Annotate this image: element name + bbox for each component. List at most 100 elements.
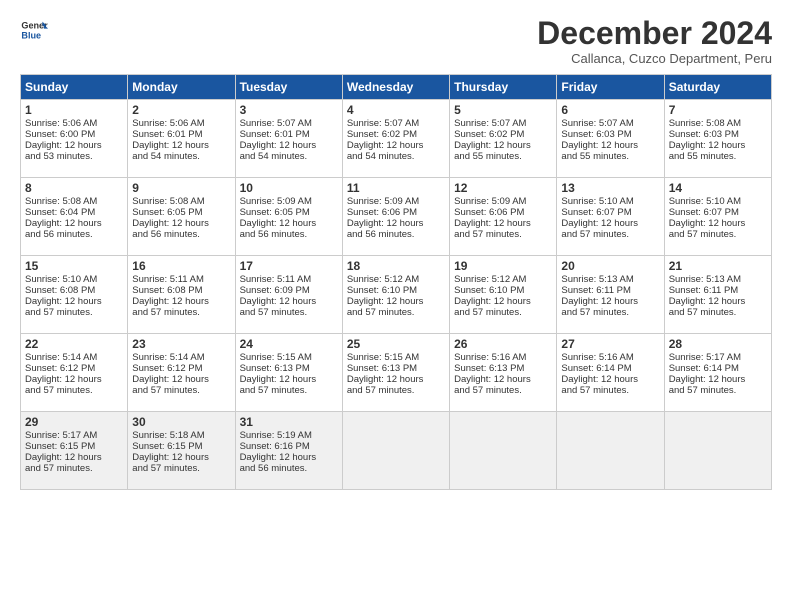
cell-info: and 57 minutes.	[454, 385, 552, 396]
cell-info: and 57 minutes.	[561, 229, 659, 240]
cell-info: Sunset: 6:13 PM	[347, 363, 445, 374]
day-number: 20	[561, 259, 659, 273]
day-number: 9	[132, 181, 230, 195]
day-number: 29	[25, 415, 123, 429]
cell-info: Daylight: 12 hours	[347, 218, 445, 229]
day-number: 19	[454, 259, 552, 273]
cell-info: Daylight: 12 hours	[669, 140, 767, 151]
day-number: 4	[347, 103, 445, 117]
cell-info: Sunrise: 5:15 AM	[347, 352, 445, 363]
logo-icon: General Blue	[20, 16, 48, 44]
cell-info: and 56 minutes.	[347, 229, 445, 240]
day-number: 1	[25, 103, 123, 117]
cell-info: Sunset: 6:06 PM	[347, 207, 445, 218]
day-number: 17	[240, 259, 338, 273]
cell-info: Sunset: 6:05 PM	[240, 207, 338, 218]
calendar-table: Sunday Monday Tuesday Wednesday Thursday…	[20, 74, 772, 490]
day-number: 3	[240, 103, 338, 117]
cell-info: Daylight: 12 hours	[347, 296, 445, 307]
cell-info: Sunrise: 5:11 AM	[240, 274, 338, 285]
calendar-cell: 16Sunrise: 5:11 AMSunset: 6:08 PMDayligh…	[128, 256, 235, 334]
col-sunday: Sunday	[21, 75, 128, 100]
cell-info: Sunrise: 5:07 AM	[561, 118, 659, 129]
cell-info: Daylight: 12 hours	[25, 374, 123, 385]
cell-info: and 57 minutes.	[561, 385, 659, 396]
cell-info: Sunset: 6:07 PM	[561, 207, 659, 218]
cell-info: Sunrise: 5:09 AM	[454, 196, 552, 207]
cell-info: Daylight: 12 hours	[669, 296, 767, 307]
cell-info: Sunrise: 5:07 AM	[240, 118, 338, 129]
calendar-cell: 23Sunrise: 5:14 AMSunset: 6:12 PMDayligh…	[128, 334, 235, 412]
calendar-cell: 15Sunrise: 5:10 AMSunset: 6:08 PMDayligh…	[21, 256, 128, 334]
cell-info: Daylight: 12 hours	[132, 296, 230, 307]
cell-info: Sunrise: 5:18 AM	[132, 430, 230, 441]
calendar-cell: 22Sunrise: 5:14 AMSunset: 6:12 PMDayligh…	[21, 334, 128, 412]
cell-info: Daylight: 12 hours	[454, 140, 552, 151]
cell-info: Sunset: 6:15 PM	[132, 441, 230, 452]
cell-info: and 56 minutes.	[240, 463, 338, 474]
calendar-cell: 5Sunrise: 5:07 AMSunset: 6:02 PMDaylight…	[450, 100, 557, 178]
cell-info: Sunset: 6:11 PM	[561, 285, 659, 296]
calendar-cell: 31Sunrise: 5:19 AMSunset: 6:16 PMDayligh…	[235, 412, 342, 490]
cell-info: and 57 minutes.	[25, 307, 123, 318]
day-number: 31	[240, 415, 338, 429]
cell-info: Daylight: 12 hours	[132, 452, 230, 463]
cell-info: Daylight: 12 hours	[454, 296, 552, 307]
cell-info: Sunset: 6:13 PM	[240, 363, 338, 374]
calendar-cell: 2Sunrise: 5:06 AMSunset: 6:01 PMDaylight…	[128, 100, 235, 178]
calendar-cell: 29Sunrise: 5:17 AMSunset: 6:15 PMDayligh…	[21, 412, 128, 490]
day-number: 2	[132, 103, 230, 117]
cell-info: and 55 minutes.	[561, 151, 659, 162]
cell-info: Sunrise: 5:14 AM	[25, 352, 123, 363]
day-number: 6	[561, 103, 659, 117]
cell-info: Sunset: 6:13 PM	[454, 363, 552, 374]
cell-info: and 57 minutes.	[454, 307, 552, 318]
cell-info: Sunset: 6:00 PM	[25, 129, 123, 140]
day-number: 13	[561, 181, 659, 195]
day-number: 22	[25, 337, 123, 351]
cell-info: and 57 minutes.	[669, 307, 767, 318]
cell-info: Sunrise: 5:19 AM	[240, 430, 338, 441]
cell-info: Daylight: 12 hours	[561, 374, 659, 385]
cell-info: Sunrise: 5:13 AM	[669, 274, 767, 285]
cell-info: Daylight: 12 hours	[240, 218, 338, 229]
calendar-cell: 30Sunrise: 5:18 AMSunset: 6:15 PMDayligh…	[128, 412, 235, 490]
cell-info: Sunset: 6:08 PM	[25, 285, 123, 296]
cell-info: Daylight: 12 hours	[25, 218, 123, 229]
day-number: 8	[25, 181, 123, 195]
calendar-cell: 7Sunrise: 5:08 AMSunset: 6:03 PMDaylight…	[664, 100, 771, 178]
calendar-cell: 11Sunrise: 5:09 AMSunset: 6:06 PMDayligh…	[342, 178, 449, 256]
cell-info: Sunset: 6:08 PM	[132, 285, 230, 296]
calendar-cell: 4Sunrise: 5:07 AMSunset: 6:02 PMDaylight…	[342, 100, 449, 178]
cell-info: and 54 minutes.	[347, 151, 445, 162]
cell-info: Sunrise: 5:12 AM	[454, 274, 552, 285]
calendar-cell: 17Sunrise: 5:11 AMSunset: 6:09 PMDayligh…	[235, 256, 342, 334]
calendar-week-3: 15Sunrise: 5:10 AMSunset: 6:08 PMDayligh…	[21, 256, 772, 334]
day-number: 18	[347, 259, 445, 273]
cell-info: Daylight: 12 hours	[240, 296, 338, 307]
day-number: 7	[669, 103, 767, 117]
cell-info: Daylight: 12 hours	[132, 374, 230, 385]
cell-info: Sunset: 6:15 PM	[25, 441, 123, 452]
cell-info: Daylight: 12 hours	[240, 374, 338, 385]
cell-info: and 57 minutes.	[669, 229, 767, 240]
cell-info: Sunrise: 5:10 AM	[669, 196, 767, 207]
cell-info: and 57 minutes.	[132, 463, 230, 474]
cell-info: Sunset: 6:12 PM	[25, 363, 123, 374]
cell-info: Sunset: 6:01 PM	[132, 129, 230, 140]
calendar-cell: 20Sunrise: 5:13 AMSunset: 6:11 PMDayligh…	[557, 256, 664, 334]
cell-info: and 56 minutes.	[25, 229, 123, 240]
cell-info: Sunset: 6:07 PM	[669, 207, 767, 218]
calendar-cell: 19Sunrise: 5:12 AMSunset: 6:10 PMDayligh…	[450, 256, 557, 334]
cell-info: Daylight: 12 hours	[132, 218, 230, 229]
calendar-cell: 6Sunrise: 5:07 AMSunset: 6:03 PMDaylight…	[557, 100, 664, 178]
day-number: 21	[669, 259, 767, 273]
calendar-cell: 26Sunrise: 5:16 AMSunset: 6:13 PMDayligh…	[450, 334, 557, 412]
col-monday: Monday	[128, 75, 235, 100]
svg-text:Blue: Blue	[21, 30, 41, 40]
cell-info: Sunrise: 5:14 AM	[132, 352, 230, 363]
cell-info: Sunrise: 5:08 AM	[25, 196, 123, 207]
cell-info: and 57 minutes.	[561, 307, 659, 318]
calendar-week-5: 29Sunrise: 5:17 AMSunset: 6:15 PMDayligh…	[21, 412, 772, 490]
calendar-week-1: 1Sunrise: 5:06 AMSunset: 6:00 PMDaylight…	[21, 100, 772, 178]
